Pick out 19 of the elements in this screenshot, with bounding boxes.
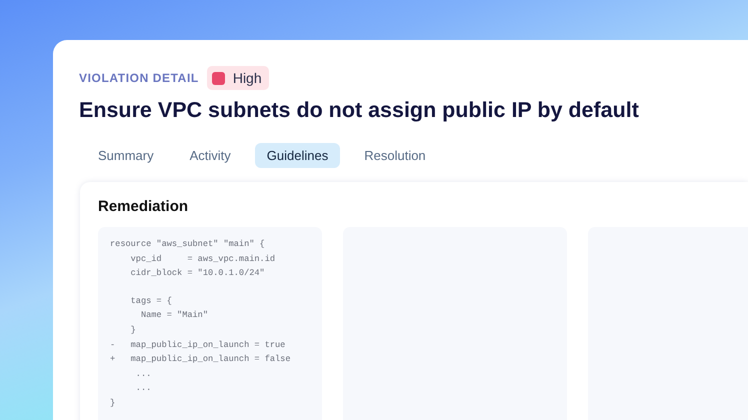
code-line: vpc_id = aws_vpc.main.id <box>130 252 276 266</box>
section-heading: Remediation <box>98 198 190 215</box>
code-line: tags = { <box>130 294 173 308</box>
code-line: } <box>110 396 116 410</box>
code-line: ... <box>134 382 152 396</box>
code-line: Name = "Main" <box>140 309 209 322</box>
page-title: Ensure VPC subnets do not assign public IP by default <box>79 98 640 123</box>
code-line: - map_public_ip_on_launch = true <box>110 338 286 352</box>
tab[interactable]: Summary <box>86 143 166 168</box>
tab[interactable]: Guidelines <box>254 143 340 168</box>
code-line: resource "aws_subnet" "main" { <box>110 238 266 251</box>
eyebrow-label: VIOLATION DETAIL <box>79 71 199 85</box>
code-line: + map_public_ip_on_launch = false <box>110 353 292 366</box>
code-line: cidr_block = "10.0.1.0/24" <box>130 267 266 280</box>
tab[interactable]: Resolution <box>352 143 438 168</box>
tab[interactable]: Activity <box>178 143 243 168</box>
code-line: ... <box>134 368 152 381</box>
severity-label: High <box>232 70 262 86</box>
code-line: } <box>130 324 137 337</box>
